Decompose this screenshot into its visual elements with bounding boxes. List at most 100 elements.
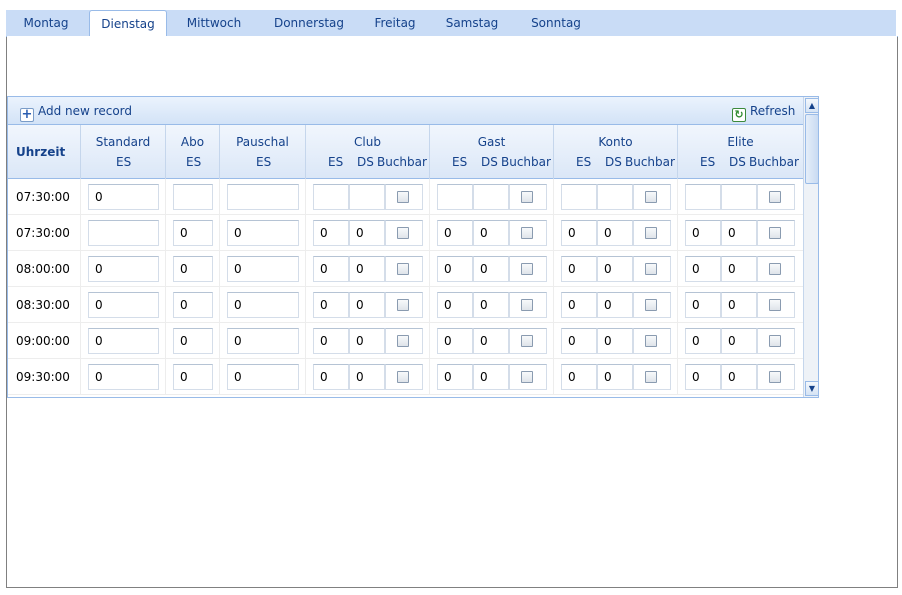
pauschal-es-input[interactable]: 0 (227, 292, 299, 318)
club-ds-input[interactable]: 0 (349, 256, 385, 282)
tab-dienstag[interactable]: Dienstag (89, 10, 167, 37)
elite-ds-input[interactable]: 0 (721, 256, 757, 282)
club-ds-input[interactable]: 0 (349, 328, 385, 354)
elite-es-input[interactable]: 0 (685, 292, 721, 318)
scroll-up-icon[interactable]: ▲ (805, 98, 818, 113)
col-header-elite[interactable]: Elite ES DS Buchbar (678, 125, 803, 179)
club-es-input[interactable]: 0 (313, 256, 349, 282)
scroll-thumb[interactable] (805, 114, 818, 184)
tab-sonntag[interactable]: Sonntag (526, 10, 586, 37)
tab-freitag[interactable]: Freitag (370, 10, 420, 37)
gast-ds-input[interactable]: 0 (473, 292, 509, 318)
grid-vertical-scrollbar[interactable]: ▲ ▼ (803, 97, 818, 397)
elite-es-input[interactable]: 0 (685, 256, 721, 282)
club-es-input[interactable]: 0 (313, 364, 349, 390)
gast-buchbar-checkbox[interactable] (521, 299, 533, 311)
konto-es-input[interactable]: 0 (561, 220, 597, 246)
elite-buchbar-checkbox[interactable] (769, 299, 781, 311)
standard-es-input[interactable]: 0 (88, 184, 159, 210)
club-buchbar-checkbox[interactable] (397, 263, 409, 275)
elite-buchbar-checkbox[interactable] (769, 227, 781, 239)
konto-buchbar-checkbox[interactable] (645, 191, 657, 203)
gast-buchbar-checkbox[interactable] (521, 371, 533, 383)
col-header-club[interactable]: Club ES DS Buchbar (306, 125, 430, 179)
elite-buchbar-checkbox[interactable] (769, 371, 781, 383)
gast-buchbar-checkbox[interactable] (521, 335, 533, 347)
club-es-input[interactable]: 0 (313, 292, 349, 318)
konto-buchbar-checkbox[interactable] (645, 227, 657, 239)
club-buchbar-checkbox[interactable] (397, 299, 409, 311)
club-ds-input[interactable] (349, 184, 385, 210)
gast-es-input[interactable]: 0 (437, 292, 473, 318)
abo-es-input[interactable]: 0 (173, 220, 213, 246)
elite-ds-input[interactable]: 0 (721, 220, 757, 246)
konto-buchbar-checkbox[interactable] (645, 335, 657, 347)
club-es-input[interactable]: 0 (313, 328, 349, 354)
gast-es-input[interactable]: 0 (437, 256, 473, 282)
gast-ds-input[interactable]: 0 (473, 256, 509, 282)
konto-ds-input[interactable]: 0 (597, 292, 633, 318)
standard-es-input[interactable]: 0 (88, 292, 159, 318)
standard-es-input[interactable]: 0 (88, 328, 159, 354)
add-new-record-button[interactable]: + Add new record (20, 102, 132, 122)
konto-ds-input[interactable]: 0 (597, 220, 633, 246)
col-header-standard[interactable]: Standard ES (81, 125, 166, 179)
konto-buchbar-checkbox[interactable] (645, 299, 657, 311)
tab-montag[interactable]: Montag (14, 10, 78, 37)
scroll-down-icon[interactable]: ▼ (805, 381, 818, 396)
elite-es-input[interactable] (685, 184, 721, 210)
abo-es-input[interactable] (173, 184, 213, 210)
club-ds-input[interactable]: 0 (349, 292, 385, 318)
gast-ds-input[interactable] (473, 184, 509, 210)
gast-buchbar-checkbox[interactable] (521, 263, 533, 275)
pauschal-es-input[interactable]: 0 (227, 328, 299, 354)
elite-ds-input[interactable]: 0 (721, 292, 757, 318)
club-es-input[interactable]: 0 (313, 220, 349, 246)
konto-buchbar-checkbox[interactable] (645, 263, 657, 275)
elite-es-input[interactable]: 0 (685, 220, 721, 246)
gast-es-input[interactable]: 0 (437, 220, 473, 246)
club-ds-input[interactable]: 0 (349, 364, 385, 390)
club-buchbar-checkbox[interactable] (397, 191, 409, 203)
gast-es-input[interactable]: 0 (437, 328, 473, 354)
elite-ds-input[interactable]: 0 (721, 328, 757, 354)
col-header-uhrzeit[interactable]: Uhrzeit (8, 125, 81, 179)
pauschal-es-input[interactable]: 0 (227, 364, 299, 390)
konto-es-input[interactable]: 0 (561, 292, 597, 318)
elite-es-input[interactable]: 0 (685, 364, 721, 390)
gast-ds-input[interactable]: 0 (473, 364, 509, 390)
tab-samstag[interactable]: Samstag (444, 10, 500, 37)
konto-es-input[interactable]: 0 (561, 256, 597, 282)
elite-ds-input[interactable]: 0 (721, 364, 757, 390)
standard-es-input[interactable] (88, 220, 159, 246)
col-header-konto[interactable]: Konto ES DS Buchbar (554, 125, 678, 179)
konto-es-input[interactable] (561, 184, 597, 210)
elite-buchbar-checkbox[interactable] (769, 335, 781, 347)
standard-es-input[interactable]: 0 (88, 364, 159, 390)
pauschal-es-input[interactable] (227, 184, 299, 210)
club-ds-input[interactable]: 0 (349, 220, 385, 246)
konto-ds-input[interactable]: 0 (597, 364, 633, 390)
abo-es-input[interactable]: 0 (173, 328, 213, 354)
elite-ds-input[interactable] (721, 184, 757, 210)
col-header-gast[interactable]: Gast ES DS Buchbar (430, 125, 554, 179)
konto-ds-input[interactable]: 0 (597, 328, 633, 354)
gast-buchbar-checkbox[interactable] (521, 191, 533, 203)
gast-ds-input[interactable]: 0 (473, 220, 509, 246)
col-header-abo[interactable]: Abo ES (166, 125, 220, 179)
elite-buchbar-checkbox[interactable] (769, 263, 781, 275)
col-header-pauschal[interactable]: Pauschal ES (220, 125, 306, 179)
konto-ds-input[interactable]: 0 (597, 256, 633, 282)
pauschal-es-input[interactable]: 0 (227, 256, 299, 282)
gast-ds-input[interactable]: 0 (473, 328, 509, 354)
pauschal-es-input[interactable]: 0 (227, 220, 299, 246)
tab-donnerstag[interactable]: Donnerstag (266, 10, 352, 37)
refresh-button[interactable]: ↻ Refresh (732, 102, 795, 122)
club-buchbar-checkbox[interactable] (397, 335, 409, 347)
gast-es-input[interactable]: 0 (437, 364, 473, 390)
abo-es-input[interactable]: 0 (173, 292, 213, 318)
club-es-input[interactable] (313, 184, 349, 210)
standard-es-input[interactable]: 0 (88, 256, 159, 282)
club-buchbar-checkbox[interactable] (397, 371, 409, 383)
club-buchbar-checkbox[interactable] (397, 227, 409, 239)
